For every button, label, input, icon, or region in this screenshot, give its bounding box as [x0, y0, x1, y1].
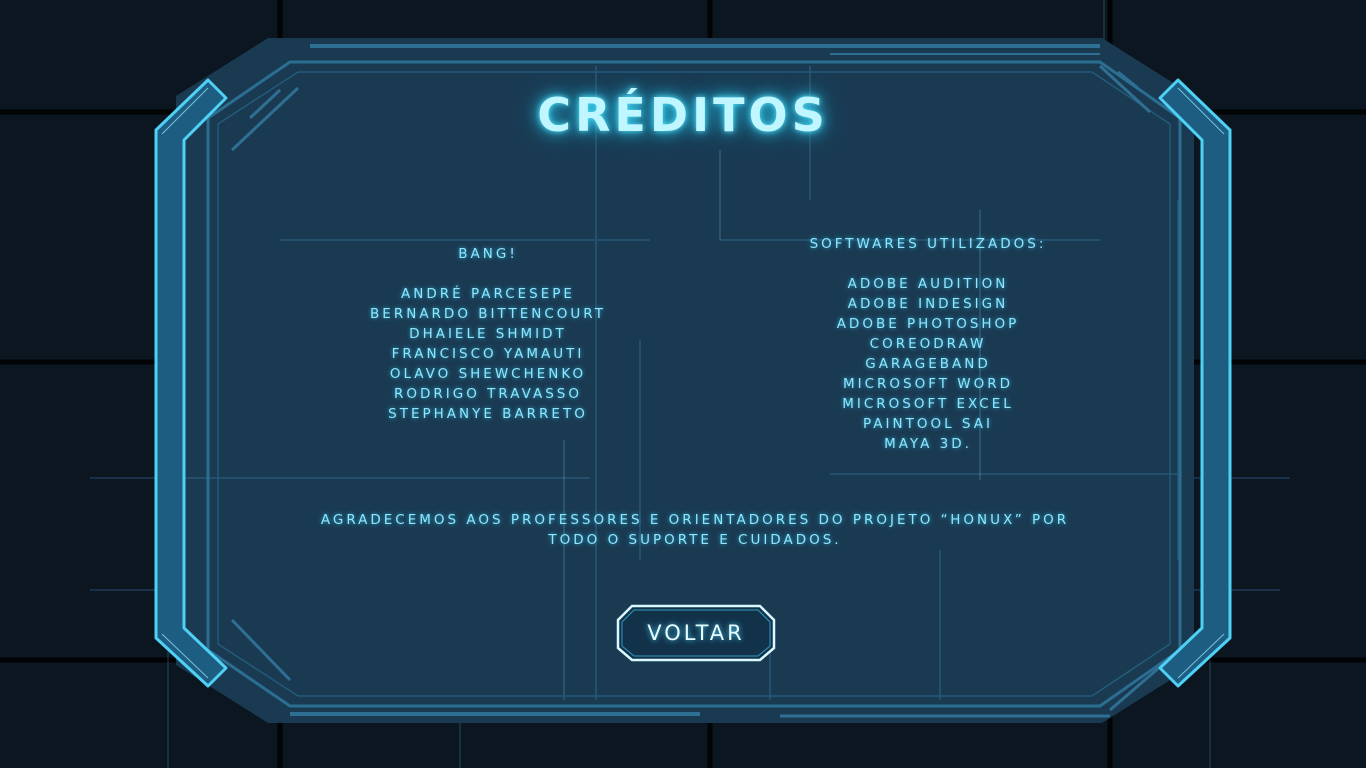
thanks-line-1: AGRADECEMOS AOS PROFESSORES E ORIENTADOR… — [320, 512, 1070, 528]
software-item: ADOBE AUDITION — [847, 276, 1009, 292]
software-credits: SOFTWARES UTILIZADOS: ADOBE AUDITION ADO… — [778, 234, 1078, 454]
page-title: CRÉDITOS — [537, 88, 829, 142]
team-member: DHAIELE SHMIDT — [409, 326, 567, 342]
software-item: ADOBE PHOTOSHOP — [836, 316, 1020, 332]
team-member: BERNARDO BITTENCOURT — [370, 306, 606, 322]
back-button[interactable]: VOLTAR — [616, 604, 776, 662]
software-item: COREODRAW — [869, 336, 987, 352]
software-item: GARAGEBAND — [865, 356, 991, 372]
team-member: OLAVO SHEWCHENKO — [389, 366, 587, 382]
team-member: ANDRÉ PARCESEPE — [401, 286, 575, 302]
back-button-label: VOLTAR — [647, 621, 745, 645]
thanks-message: AGRADECEMOS AOS PROFESSORES E ORIENTADOR… — [270, 510, 1120, 550]
team-heading: BANG! — [458, 246, 518, 262]
software-item: ADOBE INDESIGN — [847, 296, 1009, 312]
team-member: RODRIGO TRAVASSO — [394, 386, 582, 402]
thanks-line-2: TODO O SUPORTE E CUIDADOS. — [548, 532, 842, 548]
software-heading: SOFTWARES UTILIZADOS: — [809, 236, 1047, 252]
software-item: MICROSOFT WORD — [842, 376, 1014, 392]
software-item: MICROSOFT EXCEL — [842, 396, 1014, 412]
software-item: PAINTOOL SAI — [863, 416, 993, 432]
team-member: STEPHANYE BARRETO — [388, 406, 588, 422]
team-credits: BANG! ANDRÉ PARCESEPE BERNARDO BITTENCOU… — [343, 244, 633, 424]
team-member: FRANCISCO YAMAUTI — [391, 346, 585, 362]
software-item: MAYA 3D. — [884, 436, 972, 452]
